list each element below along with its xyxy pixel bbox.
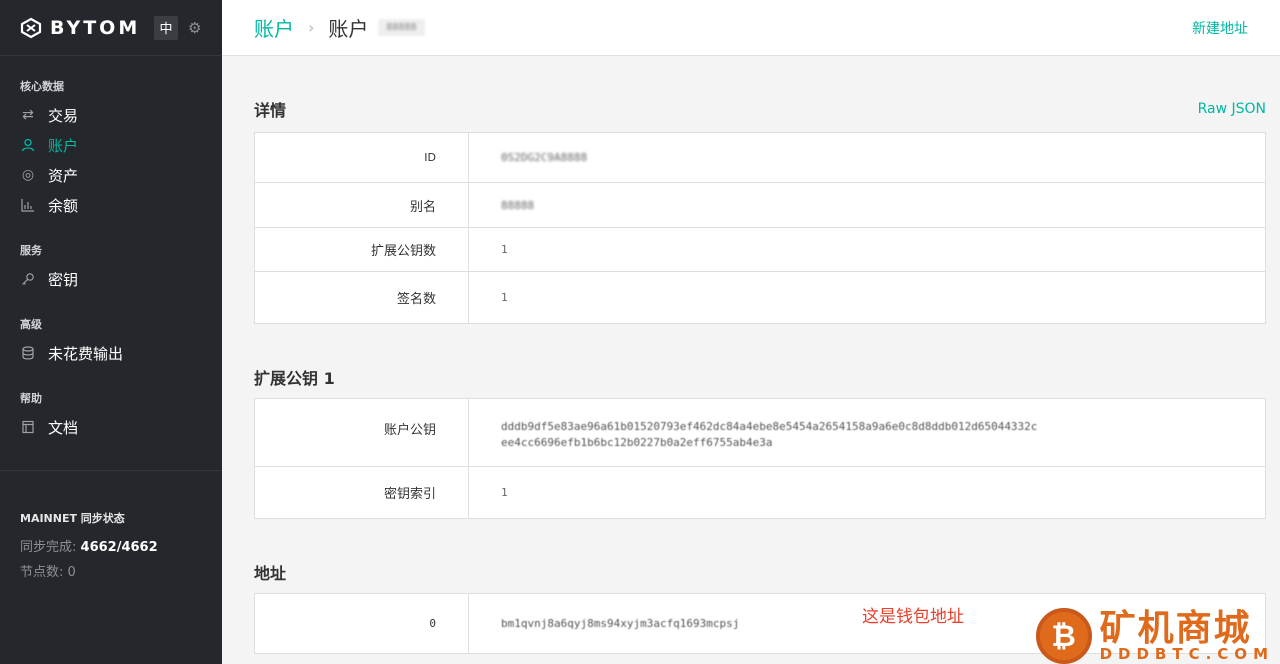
sync-peers-label: 节点数: <box>20 565 64 580</box>
sync-progress: 同步完成: 4662/4662 <box>20 536 158 555</box>
watermark-text: 矿机商城 DDDBTC.COM <box>1099 607 1274 663</box>
sidebar-item-label: 密钥 <box>48 270 79 289</box>
nav-heading-advanced: 高级 <box>20 318 42 331</box>
language-button[interactable]: 中 <box>154 15 178 40</box>
nav-heading-services: 服务 <box>20 244 42 257</box>
bar-chart-icon <box>20 197 36 213</box>
nav-help: 帮助 文档 <box>0 390 222 442</box>
brand-bar: BYTOM 中 ⚙ <box>0 0 222 56</box>
row-key: 扩展公钥数 <box>254 227 469 272</box>
breadcrumb-accounts-link[interactable]: 账户 <box>254 13 294 42</box>
sidebar-item-transactions[interactable]: ⇄ 交易 <box>20 100 202 130</box>
page-header: 账户 › 账户 88888 新建地址 <box>222 0 1280 56</box>
xpub-title: 扩展公钥 1 <box>254 369 335 388</box>
main-content: 账户 › 账户 88888 新建地址 详情 Raw JSON ID 0S2DG2… <box>222 0 1280 664</box>
sync-title: MAINNET 同步状态 <box>20 512 125 525</box>
sync-peers-value: 0 <box>67 565 76 580</box>
address-title: 地址 <box>254 564 287 583</box>
details-section-header: 详情 Raw JSON <box>222 94 1280 124</box>
details-table: ID 0S2DG2C9A8888 别名 88888 扩展公钥数 1 签名数 1 <box>254 132 1266 324</box>
transfer-icon: ⇄ <box>22 107 34 123</box>
new-address-button[interactable]: 新建地址 <box>1192 18 1248 38</box>
xpub-value-line2: ee4cc6696efb1b6bc12b0227b0a2eff6755ab4e3… <box>501 435 773 449</box>
sync-progress-label: 同步完成: <box>20 540 77 555</box>
document-icon <box>20 419 36 435</box>
sidebar-item-label: 未花费输出 <box>48 344 124 363</box>
sidebar-item-keys[interactable]: 密钥 <box>20 264 202 294</box>
raw-json-link[interactable]: Raw JSON <box>1198 101 1266 117</box>
bytom-logo[interactable]: BYTOM <box>20 17 140 39</box>
account-alias-tag: 88888 <box>378 19 425 36</box>
sidebar: BYTOM 中 ⚙ 核心数据 ⇄ 交易 账户 ◎ 资产 余额 服务 密钥 高级 … <box>0 0 222 664</box>
watermark-en: DDDBTC.COM <box>1099 644 1274 663</box>
nav-services: 服务 密钥 <box>0 242 222 294</box>
row-value: 1 <box>468 466 1266 519</box>
nav-core: 核心数据 ⇄ 交易 账户 ◎ 资产 余额 <box>0 78 222 220</box>
row-value: 88888 <box>468 182 1266 228</box>
xpub-value-line1: dddb9df5e83ae96a61b01520793ef462dc84a4eb… <box>501 419 1038 433</box>
page-title: 账户 <box>328 17 369 41</box>
bytom-logo-icon <box>20 17 42 38</box>
xpub-table: 账户公钥 dddb9df5e83ae96a61b01520793ef462dc8… <box>254 398 1266 519</box>
details-title: 详情 <box>254 101 287 120</box>
nav-heading-help: 帮助 <box>20 392 42 405</box>
row-key: 密钥索引 <box>254 466 469 519</box>
address-section-header: 地址 <box>222 557 1280 587</box>
sidebar-item-unspent-outputs[interactable]: 未花费输出 <box>20 338 202 368</box>
brand-name: BYTOM <box>50 16 141 39</box>
annotation-text: 这是钱包地址 <box>862 607 964 627</box>
sidebar-item-docs[interactable]: 文档 <box>20 412 202 442</box>
table-row: 扩展公钥数 1 <box>254 227 1266 272</box>
key-icon <box>20 271 36 287</box>
sync-peers: 节点数: 0 <box>20 561 158 580</box>
sidebar-item-balances[interactable]: 余额 <box>20 190 202 220</box>
table-row: ID 0S2DG2C9A8888 <box>254 132 1266 183</box>
sidebar-item-label: 资产 <box>48 166 79 185</box>
nav-heading-core: 核心数据 <box>20 80 64 93</box>
sidebar-item-label: 账户 <box>48 136 79 155</box>
user-icon <box>20 137 36 153</box>
row-value: 1 <box>468 227 1266 272</box>
sync-progress-value: 4662/4662 <box>80 540 158 555</box>
table-row: 别名 88888 <box>254 182 1266 228</box>
gear-icon[interactable]: ⚙ <box>188 20 202 35</box>
row-key: 签名数 <box>254 271 469 324</box>
sidebar-item-label: 交易 <box>48 106 79 125</box>
sidebar-item-label: 余额 <box>48 196 79 215</box>
breadcrumb-separator: › <box>308 18 315 37</box>
sidebar-item-accounts[interactable]: 账户 <box>20 130 202 160</box>
sidebar-item-assets[interactable]: ◎ 资产 <box>20 160 202 190</box>
table-row: 账户公钥 dddb9df5e83ae96a61b01520793ef462dc8… <box>254 398 1266 467</box>
table-row: 密钥索引 1 <box>254 466 1266 519</box>
sidebar-divider <box>0 470 222 471</box>
row-key: 0 <box>254 593 469 654</box>
row-value: dddb9df5e83ae96a61b01520793ef462dc84a4eb… <box>468 398 1266 467</box>
xpub-section-header: 扩展公钥 1 <box>222 362 1280 392</box>
watermark: ₿ 矿机商城 DDDBTC.COM <box>1035 607 1274 664</box>
table-row: 签名数 1 <box>254 271 1266 324</box>
asset-icon: ◎ <box>21 167 35 183</box>
row-value: 1 <box>468 271 1266 324</box>
row-value: 0S2DG2C9A8888 <box>468 132 1266 183</box>
bitcoin-logo: ₿ <box>1035 608 1092 664</box>
row-key: ID <box>254 132 469 183</box>
sync-status: MAINNET 同步状态 同步完成: 4662/4662 节点数: 0 <box>20 510 158 586</box>
nav-advanced: 高级 未花费输出 <box>0 316 222 368</box>
watermark-cn: 矿机商城 <box>1099 607 1252 649</box>
row-key: 账户公钥 <box>254 398 469 467</box>
row-key: 别名 <box>254 182 469 228</box>
sidebar-item-label: 文档 <box>48 418 79 437</box>
database-icon <box>20 345 36 361</box>
